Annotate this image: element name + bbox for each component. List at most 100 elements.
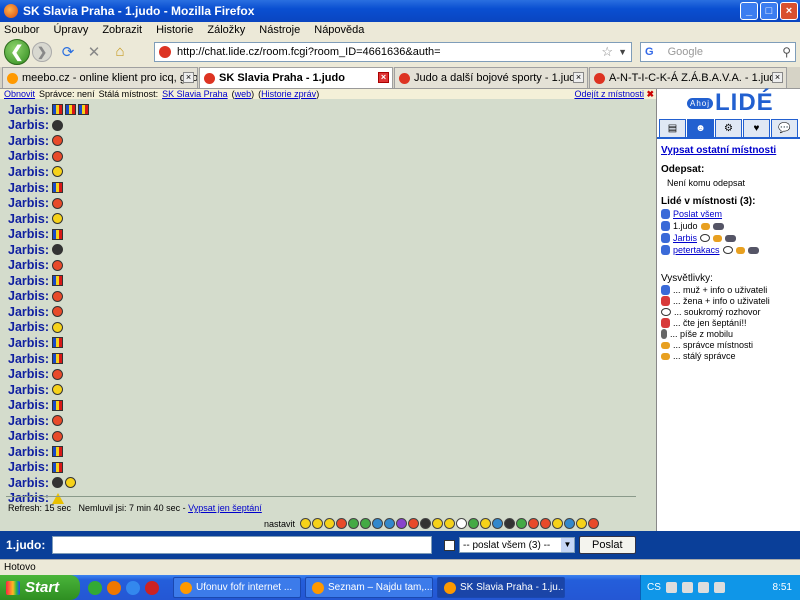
person-name[interactable]: petertakacs xyxy=(673,245,720,255)
google-icon[interactable]: G xyxy=(645,46,654,58)
leave-room-link[interactable]: Odejít z místnosti xyxy=(574,89,644,99)
message-author[interactable]: Jarbis xyxy=(8,165,45,179)
emoticon-picker-icon[interactable] xyxy=(516,518,528,529)
recipient-select[interactable]: -- poslat všem (3) -- ▼ xyxy=(459,537,575,553)
tab-close-icon[interactable]: × xyxy=(378,72,389,83)
tab-close-icon[interactable]: × xyxy=(772,72,783,83)
home-icon[interactable]: ⌂ xyxy=(110,42,130,62)
tab-2[interactable]: Judo a další bojové sporty - 1.judo × xyxy=(394,67,588,88)
taskbar-button[interactable]: Seznam – Najdu tam,... xyxy=(305,577,433,598)
search-icon[interactable]: ⚲ xyxy=(782,45,791,59)
reload-icon[interactable]: ⟳ xyxy=(58,42,78,62)
menu-item-6[interactable]: Nápověda xyxy=(314,24,364,36)
chat-bubble-icon[interactable]: 💬 xyxy=(771,119,798,137)
emoticon-picker-icon[interactable] xyxy=(396,518,408,529)
taskbar-button[interactable]: SK Slavia Praha - 1.ju... xyxy=(437,577,565,598)
message-author[interactable]: Jarbis xyxy=(8,320,45,334)
message-author[interactable]: Jarbis xyxy=(8,445,45,459)
message-author[interactable]: Jarbis xyxy=(8,118,45,132)
camera-icon[interactable] xyxy=(725,234,737,242)
back-button[interactable]: ❮ xyxy=(4,38,30,65)
message-author[interactable]: Jarbis xyxy=(8,134,45,148)
web-link[interactable]: web xyxy=(235,89,252,99)
send-all-link[interactable]: Poslat všem xyxy=(673,209,722,219)
emoticon-picker-icon[interactable] xyxy=(540,518,552,529)
emoticon-picker-icon[interactable] xyxy=(360,518,372,529)
close-room-icon[interactable]: ✖ xyxy=(646,89,654,100)
message-author[interactable]: Jarbis xyxy=(8,181,45,195)
chevron-down-icon[interactable]: ▼ xyxy=(561,538,574,552)
private-chat-icon[interactable] xyxy=(722,246,733,254)
message-author[interactable]: Jarbis xyxy=(8,476,45,490)
whisper-only-link[interactable]: Vypsat jen šeptání xyxy=(188,503,262,513)
opera-quicklaunch-icon[interactable] xyxy=(145,580,159,595)
person-name[interactable]: Jarbis xyxy=(673,233,697,243)
menu-item-5[interactable]: Nástroje xyxy=(259,24,300,36)
message-author[interactable]: Jarbis xyxy=(8,352,45,366)
emoticon-picker-icon[interactable] xyxy=(456,518,468,529)
camera-icon[interactable] xyxy=(747,246,759,254)
stop-icon[interactable]: ✕ xyxy=(84,42,104,62)
emoticon-picker-icon[interactable] xyxy=(300,518,312,529)
emoticon-picker-icon[interactable] xyxy=(408,518,420,529)
tray-icon[interactable] xyxy=(697,582,709,593)
forward-button[interactable]: ❯ xyxy=(32,41,52,62)
message-author[interactable]: Jarbis xyxy=(8,429,45,443)
message-author[interactable]: Jarbis xyxy=(8,227,45,241)
emoticon-picker-icon[interactable] xyxy=(552,518,564,529)
message-author[interactable]: Jarbis xyxy=(8,383,45,397)
history-link[interactable]: Historie zpráv xyxy=(261,89,316,99)
menu-item-4[interactable]: Záložky xyxy=(207,24,245,36)
private-chat-icon[interactable] xyxy=(700,234,711,242)
bookmark-star-icon[interactable]: ☆ xyxy=(601,44,613,60)
url-dropdown-icon[interactable]: ▼ xyxy=(618,47,627,57)
refresh-link[interactable]: Obnovit xyxy=(4,89,35,99)
message-author[interactable]: Jarbis xyxy=(8,149,45,163)
tab-1[interactable]: SK Slavia Praha - 1.judo × xyxy=(199,67,393,88)
emoticon-picker-icon[interactable] xyxy=(312,518,324,529)
message-author[interactable]: Jarbis xyxy=(8,460,45,474)
message-author[interactable]: Jarbis xyxy=(8,103,45,117)
emoticon-picker-icon[interactable] xyxy=(492,518,504,529)
emoticon-picker-icon[interactable] xyxy=(480,518,492,529)
person-row[interactable]: petertakacs xyxy=(661,245,796,255)
emoticon-picker-icon[interactable] xyxy=(468,518,480,529)
emoticon-picker-icon[interactable] xyxy=(384,518,396,529)
emoticon-picker-icon[interactable] xyxy=(324,518,336,529)
minimize-button[interactable]: _ xyxy=(740,2,758,20)
message-input[interactable] xyxy=(52,536,432,554)
emoticon-picker-icon[interactable] xyxy=(528,518,540,529)
message-author[interactable]: Jarbis xyxy=(8,274,45,288)
tray-icon[interactable] xyxy=(665,582,677,593)
message-author[interactable]: Jarbis xyxy=(8,414,45,428)
emoticon-picker-icon[interactable] xyxy=(348,518,360,529)
tab-0[interactable]: meebo.cz - online klient pro icq, google… xyxy=(2,67,198,88)
ie-quicklaunch-icon[interactable] xyxy=(126,580,140,595)
book-icon[interactable]: ▤ xyxy=(659,119,686,137)
menu-item-0[interactable]: Soubor xyxy=(4,24,39,36)
message-author[interactable]: Jarbis xyxy=(8,336,45,350)
heart-icon[interactable]: ♥ xyxy=(743,119,770,137)
people-icon[interactable]: ☻ xyxy=(687,119,714,137)
emoticon-settings-link[interactable]: nastavit xyxy=(264,519,295,529)
menu-item-1[interactable]: Úpravy xyxy=(53,24,88,36)
send-button[interactable]: Poslat xyxy=(579,536,636,554)
message-author[interactable]: Jarbis xyxy=(8,258,45,272)
message-author[interactable]: Jarbis xyxy=(8,212,45,226)
tab-3[interactable]: A-N-T-I-C-K-Á Z.Á.B.A.V.A. - 1.judo × xyxy=(589,67,787,88)
tab-close-icon[interactable]: × xyxy=(183,72,194,83)
firefox-quicklaunch-icon[interactable] xyxy=(107,580,121,595)
emoticon-picker-icon[interactable] xyxy=(336,518,348,529)
message-author[interactable]: Jarbis xyxy=(8,243,45,257)
maximize-button[interactable]: □ xyxy=(760,2,778,20)
emoticon-picker-icon[interactable] xyxy=(588,518,600,529)
message-author[interactable]: Jarbis xyxy=(8,196,45,210)
close-window-button[interactable]: × xyxy=(780,2,798,20)
message-author[interactable]: Jarbis xyxy=(8,289,45,303)
emoticon-picker-icon[interactable] xyxy=(504,518,516,529)
camera-icon[interactable] xyxy=(712,222,724,230)
menu-item-2[interactable]: Zobrazit xyxy=(102,24,142,36)
tray-icon[interactable] xyxy=(681,582,693,593)
emoticon-picker-icon[interactable] xyxy=(444,518,456,529)
list-rooms-link[interactable]: Vypsat ostatní místnosti xyxy=(661,145,776,156)
